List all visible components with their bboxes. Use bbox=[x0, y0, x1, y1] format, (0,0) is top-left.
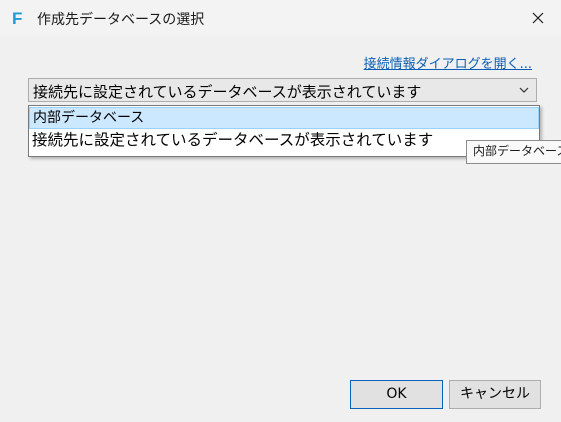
option-tooltip: 内部データベース bbox=[466, 140, 561, 164]
svg-text:F: F bbox=[12, 9, 22, 28]
title-bar: F 作成先データベースの選択 bbox=[0, 0, 561, 36]
cancel-button[interactable]: キャンセル bbox=[449, 380, 541, 409]
database-select-value: 接続先に設定されているデータベースが表示されています bbox=[33, 83, 422, 101]
dropdown-option-internal-db[interactable]: 内部データベース bbox=[29, 107, 539, 129]
close-button[interactable] bbox=[515, 0, 561, 36]
ok-button[interactable]: OK bbox=[350, 380, 443, 409]
open-connection-dialog-link[interactable]: 接続情報ダイアログを開く... bbox=[364, 53, 532, 72]
database-select[interactable]: 接続先に設定されているデータベースが表示されています bbox=[28, 78, 537, 102]
dropdown-option-connected-db[interactable]: 接続先に設定されているデータベースが表示されています bbox=[29, 130, 539, 152]
chevron-down-icon bbox=[519, 87, 529, 93]
app-logo-icon: F bbox=[12, 9, 22, 28]
window-title: 作成先データベースの選択 bbox=[37, 12, 205, 28]
dialog-window: F 作成先データベースの選択 接続情報ダイアログを開く... 接続先に設定されて… bbox=[0, 0, 561, 422]
database-dropdown-list: 内部データベース 接続先に設定されているデータベースが表示されています bbox=[28, 105, 540, 157]
close-icon bbox=[532, 12, 544, 24]
